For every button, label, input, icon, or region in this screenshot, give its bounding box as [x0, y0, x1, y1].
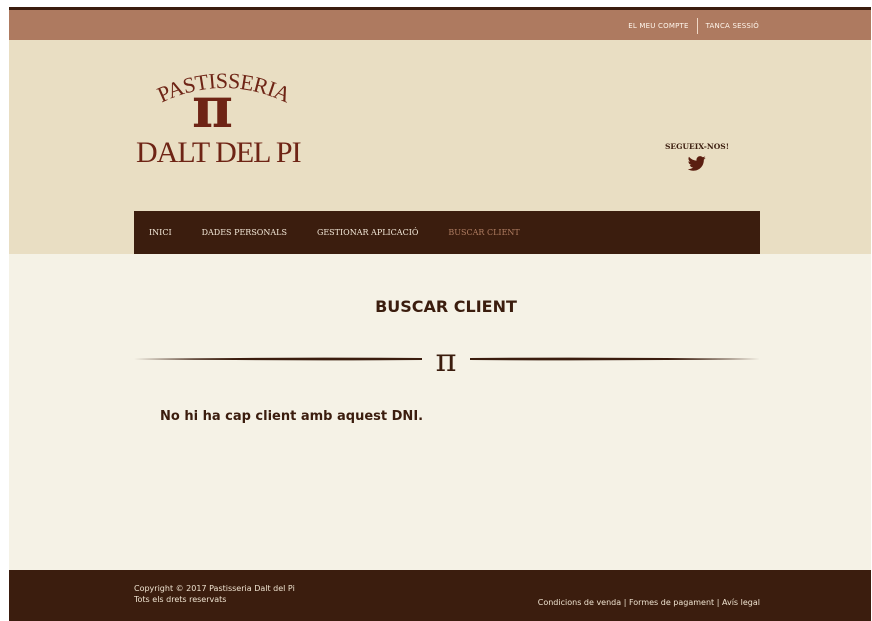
logo[interactable]: PASTISSERIA π DALT DEL PI [134, 68, 314, 188]
nav-item-inici[interactable]: INICI [149, 228, 172, 237]
account-links: EL MEU COMPTE TANCA SESSIÓ [628, 18, 759, 34]
payment-methods-link[interactable]: Formes de pagament [629, 598, 714, 607]
logo-pi-symbol: π [192, 75, 233, 141]
twitter-icon[interactable] [688, 156, 706, 171]
follow-label: SEGUEIX-NOS! [664, 142, 730, 151]
nav-item-buscar-client[interactable]: BUSCAR CLIENT [448, 228, 519, 237]
footer-links: Condicions de venda | Formes de pagament… [538, 598, 760, 607]
sales-conditions-link[interactable]: Condicions de venda [538, 598, 621, 607]
nav-item-gestionar-aplicacio[interactable]: GESTIONAR APLICACIÓ [317, 228, 418, 237]
copyright-line2: Tots els drets reservats [134, 595, 227, 604]
divider-line-left [134, 357, 422, 361]
logout-link[interactable]: TANCA SESSIÓ [706, 22, 759, 30]
top-bar: EL MEU COMPTE TANCA SESSIÓ [9, 10, 871, 40]
main-nav: INICI DADES PERSONALS GESTIONAR APLICACI… [134, 211, 760, 254]
legal-notice-link[interactable]: Avís legal [722, 598, 760, 607]
my-account-link[interactable]: EL MEU COMPTE [628, 22, 688, 30]
footer: Copyright © 2017 Pastisseria Dalt del Pi… [9, 570, 871, 621]
social-block: SEGUEIX-NOS! [649, 142, 745, 171]
page: EL MEU COMPTE TANCA SESSIÓ PASTISSERIA π… [9, 7, 871, 621]
topbar-divider [696, 18, 698, 34]
logo-line2: DALT DEL PI [136, 136, 302, 169]
copyright-line1: Copyright © 2017 Pastisseria Dalt del Pi [134, 584, 295, 593]
header: PASTISSERIA π DALT DEL PI SEGUEIX-NOS! I… [9, 40, 871, 254]
page-title: BUSCAR CLIENT [375, 297, 517, 316]
no-client-message: No hi ha cap client amb aquest DNI. [160, 409, 424, 424]
copyright: Copyright © 2017 Pastisseria Dalt del Pi… [134, 583, 295, 605]
divider-pi-symbol: π [435, 341, 456, 379]
nav-item-dades-personals[interactable]: DADES PERSONALS [202, 228, 287, 237]
pi-divider: π [134, 341, 760, 379]
divider-line-right [470, 357, 760, 361]
